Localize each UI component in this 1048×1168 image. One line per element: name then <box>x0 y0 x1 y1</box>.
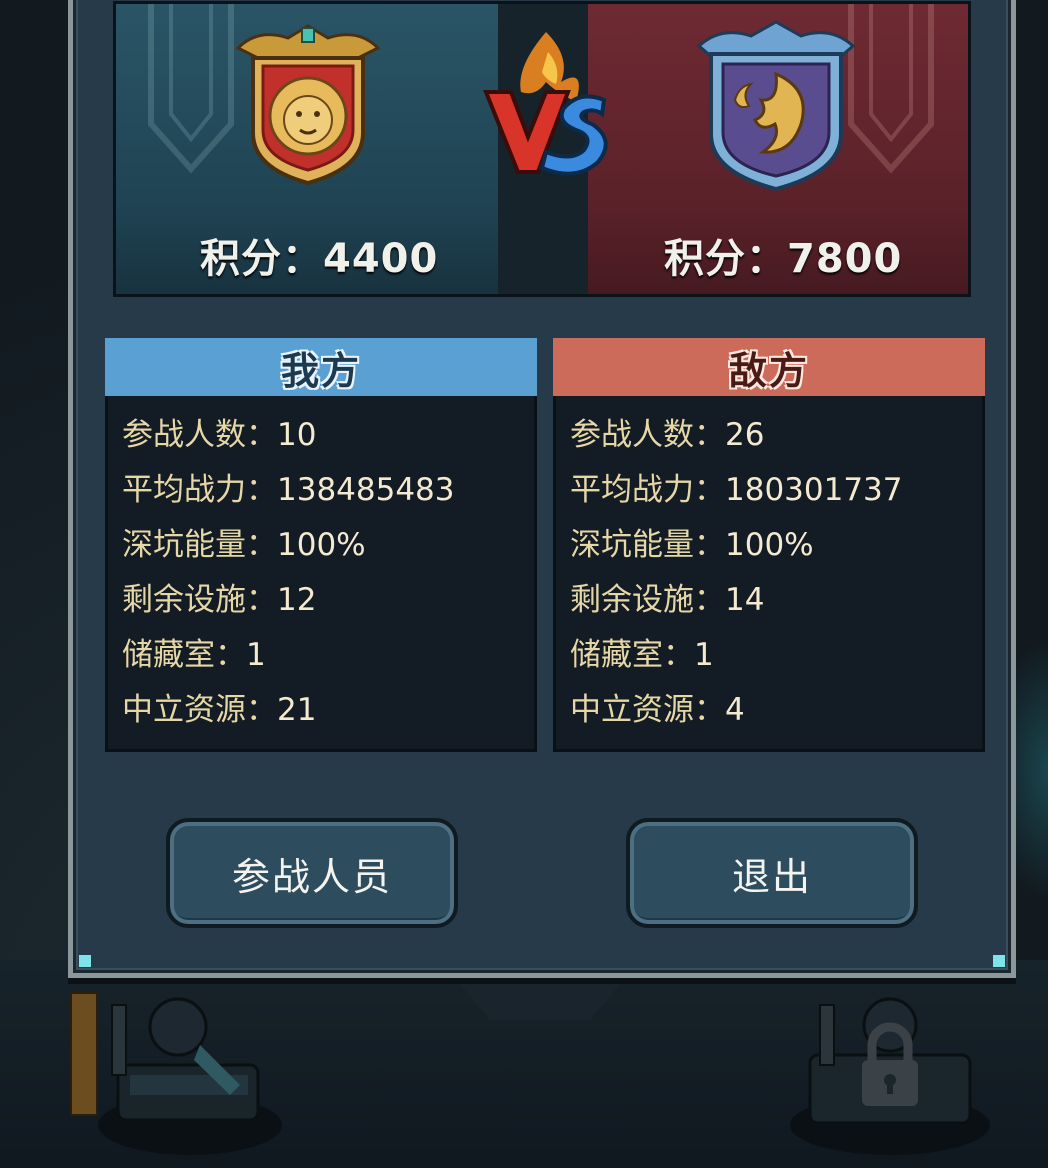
enemy-team-title: 敌方 <box>553 338 985 396</box>
stat-value: 180301737 <box>725 472 903 508</box>
stat-value: 4 <box>725 692 745 728</box>
flame-shield-icon <box>696 20 856 192</box>
tower-left-icon[interactable] <box>90 985 290 1160</box>
our-team-panel: 我方 参战人数：10 平均战力：138485483 深坑能量：100% 剩余设施… <box>105 338 537 756</box>
our-score: 积分：4400 <box>200 236 439 282</box>
locked-tower-icon[interactable] <box>780 985 1000 1160</box>
stat-neutral-resources: 中立资源：4 <box>570 683 968 738</box>
enemy-team-stats: 参战人数：26 平均战力：180301737 深坑能量：100% 剩余设施：14… <box>553 396 985 752</box>
battle-members-button[interactable]: 参战人员 <box>166 818 458 928</box>
stat-label: 中立资源： <box>122 692 277 728</box>
dialog-corner <box>79 955 91 967</box>
versus-panel: 积分：4400 积分：7800 <box>113 1 971 297</box>
stat-label: 储藏室： <box>122 637 246 673</box>
stat-label: 深坑能量： <box>570 527 725 563</box>
stat-label: 深坑能量： <box>122 527 277 563</box>
dialog-corner <box>993 955 1005 967</box>
stat-avg-power: 平均战力：180301737 <box>570 463 968 518</box>
stat-label: 参战人数： <box>122 417 277 453</box>
stat-value: 138485483 <box>277 472 455 508</box>
stat-pit-energy: 深坑能量：100% <box>122 518 520 573</box>
stat-pit-energy: 深坑能量：100% <box>570 518 968 573</box>
stat-remaining-facilities: 剩余设施：14 <box>570 573 968 628</box>
stat-remaining-facilities: 剩余设施：12 <box>122 573 520 628</box>
stat-value: 1 <box>694 637 714 673</box>
stat-label: 中立资源： <box>570 692 725 728</box>
stat-participants: 参战人数：10 <box>122 408 520 463</box>
our-team-stats: 参战人数：10 平均战力：138485483 深坑能量：100% 剩余设施：12… <box>105 396 537 752</box>
stat-avg-power: 平均战力：138485483 <box>122 463 520 518</box>
stat-label: 储藏室： <box>570 637 694 673</box>
stat-value: 26 <box>725 417 765 453</box>
stat-participants: 参战人数：26 <box>570 408 968 463</box>
stat-value: 14 <box>725 582 765 618</box>
lion-shield-icon <box>235 24 381 186</box>
stat-neutral-resources: 中立资源：21 <box>122 683 520 738</box>
stat-value: 21 <box>277 692 317 728</box>
stat-value: 1 <box>246 637 266 673</box>
stat-label: 剩余设施： <box>122 582 277 618</box>
stat-label: 平均战力： <box>122 472 277 508</box>
stat-label: 平均战力： <box>570 472 725 508</box>
banner-decoration <box>148 4 234 174</box>
stat-storage-room: 储藏室：1 <box>570 628 968 683</box>
enemy-score: 积分：7800 <box>664 236 903 282</box>
our-team-title: 我方 <box>105 338 537 396</box>
battle-info-dialog: 积分：4400 积分：7800 我方 参战人数：10 平均战力：13848548… <box>68 0 1016 978</box>
stat-value: 100% <box>725 527 814 563</box>
stat-label: 剩余设施： <box>570 582 725 618</box>
stat-value: 10 <box>277 417 317 453</box>
enemy-team-panel: 敌方 参战人数：26 平均战力：180301737 深坑能量：100% 剩余设施… <box>553 338 985 756</box>
vs-flame-icon <box>483 32 608 176</box>
stat-value: 12 <box>277 582 317 618</box>
stat-value: 100% <box>277 527 366 563</box>
stat-label: 参战人数： <box>570 417 725 453</box>
stat-storage-room: 储藏室：1 <box>122 628 520 683</box>
exit-button[interactable]: 退出 <box>626 818 918 928</box>
